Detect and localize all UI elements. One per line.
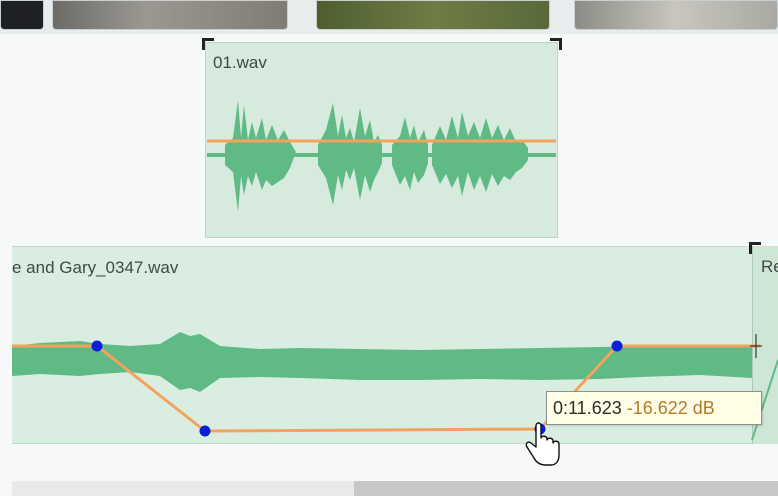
horizontal-scrollbar-thumb[interactable] bbox=[354, 481, 778, 496]
bottom-track-area bbox=[12, 481, 354, 496]
hand-pointer-icon bbox=[525, 422, 560, 466]
